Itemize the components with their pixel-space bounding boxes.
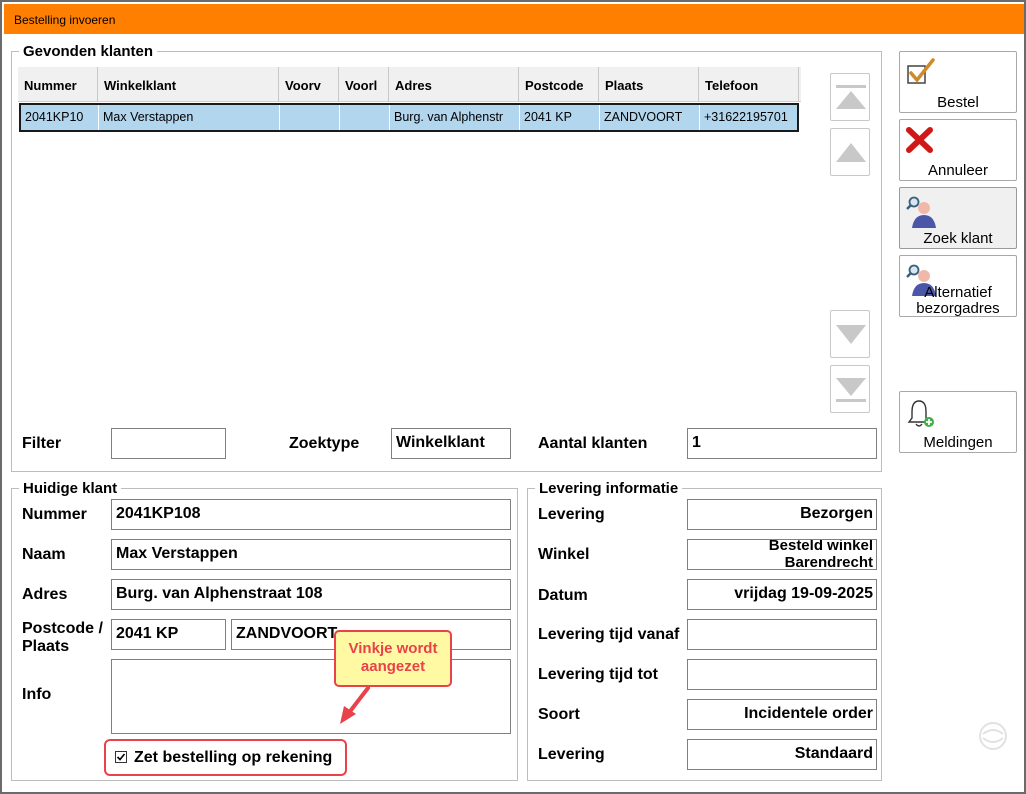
- scroll-up-button[interactable]: [830, 128, 870, 176]
- cell-voorv: [280, 105, 340, 130]
- datum-field[interactable]: vrijdag 19-09-2025: [687, 579, 877, 610]
- levering-type-label: Levering: [538, 746, 605, 763]
- winkel-field[interactable]: Besteld winkel Barendrecht: [687, 539, 877, 570]
- datum-label: Datum: [538, 587, 588, 604]
- cell-nummer: 2041KP10: [21, 105, 99, 130]
- naam-field[interactable]: Max Verstappen: [111, 539, 511, 570]
- callout-line-2: aangezet: [360, 658, 426, 675]
- logo-watermark-icon: [979, 722, 1007, 750]
- adres-label: Adres: [22, 586, 68, 603]
- cell-telefoon: +31622195701: [704, 110, 788, 124]
- scroll-bottom-button[interactable]: [830, 365, 870, 413]
- first-icon: [836, 85, 866, 109]
- zoek-klant-label: Zoek klant: [923, 230, 993, 247]
- annotation-callout: Vinkje wordt aangezet: [334, 630, 452, 687]
- column-header-telefoon[interactable]: Telefoon: [699, 67, 799, 102]
- nummer-label: Nummer: [22, 506, 87, 523]
- levering-label: Levering: [538, 506, 605, 523]
- bestel-label: Bestel: [937, 94, 979, 111]
- last-icon: [836, 378, 866, 402]
- zoektype-label: Zoektype: [289, 435, 360, 452]
- naam-label: Naam: [22, 546, 66, 563]
- soort-field[interactable]: Incidentele order: [687, 699, 877, 730]
- delivery-info-title: Levering informatie: [535, 480, 683, 497]
- down-arrow-icon: [836, 325, 866, 344]
- bell-icon: [907, 400, 934, 427]
- winkel-label: Winkel: [538, 546, 590, 563]
- postcode-label: Postcode /: [22, 620, 103, 637]
- alternatief-bezorgadres-button[interactable]: Alternatief bezorgadres: [899, 255, 1017, 317]
- grid-header: Nummer Winkelklant Voorv Voorl Adres Pos…: [18, 67, 801, 102]
- annotation-arrow: [340, 686, 370, 724]
- zoektype-field[interactable]: Winkelklant: [391, 428, 511, 459]
- table-row[interactable]: 2041KP10 Max Verstappen Burg. van Alphen…: [19, 103, 799, 132]
- cell-voorl: [340, 105, 390, 130]
- tijd-vanaf-label: Levering tijd vanaf: [538, 626, 680, 643]
- info-label: Info: [22, 686, 52, 703]
- checkmark-icon: [907, 58, 935, 84]
- aantal-klanten-label: Aantal klanten: [538, 435, 648, 452]
- meldingen-button[interactable]: Meldingen: [899, 391, 1017, 453]
- column-header-postcode[interactable]: Postcode: [519, 67, 599, 102]
- meldingen-label: Meldingen: [923, 434, 993, 451]
- found-customers-title: Gevonden klanten: [19, 43, 158, 60]
- column-header-voorl[interactable]: Voorl: [339, 67, 389, 102]
- nummer-field[interactable]: 2041KP108: [111, 499, 511, 530]
- order-window: Bestelling invoeren Gevonden klanten Num…: [0, 0, 1026, 794]
- filter-input[interactable]: [111, 428, 226, 459]
- zoek-klant-button[interactable]: Zoek klant: [899, 187, 1017, 249]
- cell-plaats: ZANDVOORT: [600, 105, 700, 130]
- annuleer-button[interactable]: Annuleer: [899, 119, 1017, 181]
- column-header-plaats[interactable]: Plaats: [599, 67, 699, 102]
- column-header-voorv[interactable]: Voorv: [279, 67, 339, 102]
- bestel-button[interactable]: Bestel: [899, 51, 1017, 113]
- winkel-line-1: Besteld winkel: [768, 539, 873, 554]
- tijd-vanaf-field[interactable]: [687, 619, 877, 650]
- annuleer-label: Annuleer: [927, 162, 989, 179]
- cell-adres: Burg. van Alphenstr: [390, 105, 520, 130]
- plaats-label: Plaats: [22, 638, 70, 655]
- column-header-winkelklant[interactable]: Winkelklant: [98, 67, 279, 102]
- winkel-line-2: Barendrecht: [784, 554, 873, 570]
- column-header-nummer[interactable]: Nummer: [18, 67, 98, 102]
- user-search-icon: [906, 196, 936, 228]
- current-customer-title: Huidige klant: [19, 480, 122, 497]
- cell-winkelklant: Max Verstappen: [99, 105, 280, 130]
- up-arrow-icon: [836, 143, 866, 162]
- cell-postcode: 2041 KP: [520, 105, 600, 130]
- title-bar: Bestelling invoeren: [4, 4, 1024, 34]
- aantal-klanten-field: 1: [687, 428, 877, 459]
- levering-type-field[interactable]: Standaard: [687, 739, 877, 770]
- scroll-down-button[interactable]: [830, 310, 870, 358]
- scroll-top-button[interactable]: [830, 73, 870, 121]
- bezorgadres-label: bezorgadres: [916, 300, 1000, 317]
- levering-field[interactable]: Bezorgen: [687, 499, 877, 530]
- callout-line-1: Vinkje wordt: [348, 640, 438, 657]
- window-title: Bestelling invoeren: [14, 13, 116, 27]
- soort-label: Soort: [538, 706, 580, 723]
- tijd-tot-field[interactable]: [687, 659, 877, 690]
- checkbox-highlight: [104, 739, 347, 776]
- adres-field[interactable]: Burg. van Alphenstraat 108: [111, 579, 511, 610]
- tijd-tot-label: Levering tijd tot: [538, 666, 658, 683]
- postcode-field[interactable]: 2041 KP: [111, 619, 226, 650]
- filter-label: Filter: [22, 435, 62, 452]
- alternatief-label: Alternatief: [924, 284, 992, 301]
- column-header-adres[interactable]: Adres: [389, 67, 519, 102]
- close-icon: [906, 127, 933, 153]
